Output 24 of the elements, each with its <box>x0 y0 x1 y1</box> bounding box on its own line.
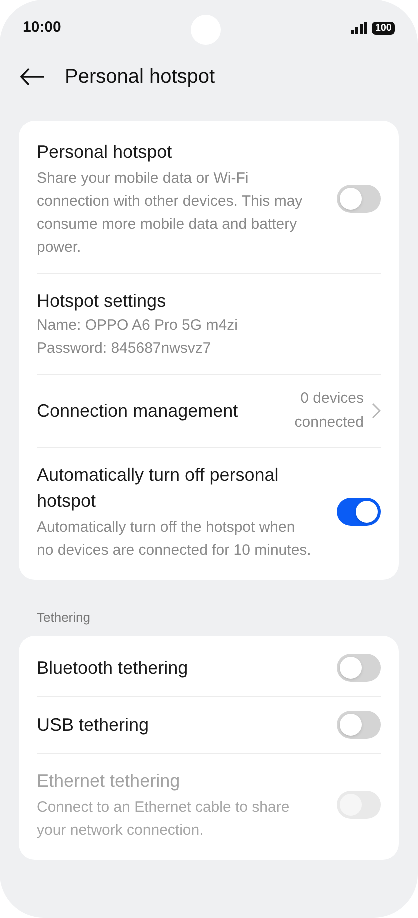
back-arrow-icon[interactable] <box>20 68 45 86</box>
item-description: Automatically turn off the hotspot when no devices are connected for 10 minutes. <box>37 518 312 561</box>
status-time: 10:00 <box>23 18 62 38</box>
item-value: 0 devices connected <box>294 389 364 433</box>
toggle-switch[interactable] <box>337 185 381 213</box>
chevron-right-icon <box>372 403 381 419</box>
item-description: Connect to an Ethernet cable to share your network connection. <box>37 798 291 840</box>
item-detail: Name: OPPO A6 Pro 5G m4zi <box>37 316 239 336</box>
item-description: Share your mobile data or Wi-Fi connection with other devices. This may consume more mobile data and battery power. <box>37 169 304 258</box>
battery-level: 100 <box>372 22 395 34</box>
signal-icon <box>351 22 368 34</box>
item-title: Automatically turn off personal hotspot <box>37 464 280 513</box>
item-title: USB tethering <box>37 714 150 737</box>
section-heading: Tethering <box>36 609 92 627</box>
toggle-switch[interactable] <box>337 710 381 738</box>
item-title: Hotspot settings <box>37 290 168 313</box>
item-title: Ethernet tethering <box>37 770 182 793</box>
page-title: Personal hotspot <box>65 65 216 90</box>
item-title[interactable]: Connection management <box>37 398 254 424</box>
item-detail: Password: 845687nwsvz7 <box>37 339 212 359</box>
item-title: Bluetooth tethering <box>37 656 190 680</box>
toggle-switch[interactable] <box>337 654 381 682</box>
toggle-switch[interactable] <box>337 498 381 526</box>
item-title: Personal hotspot <box>37 141 174 164</box>
